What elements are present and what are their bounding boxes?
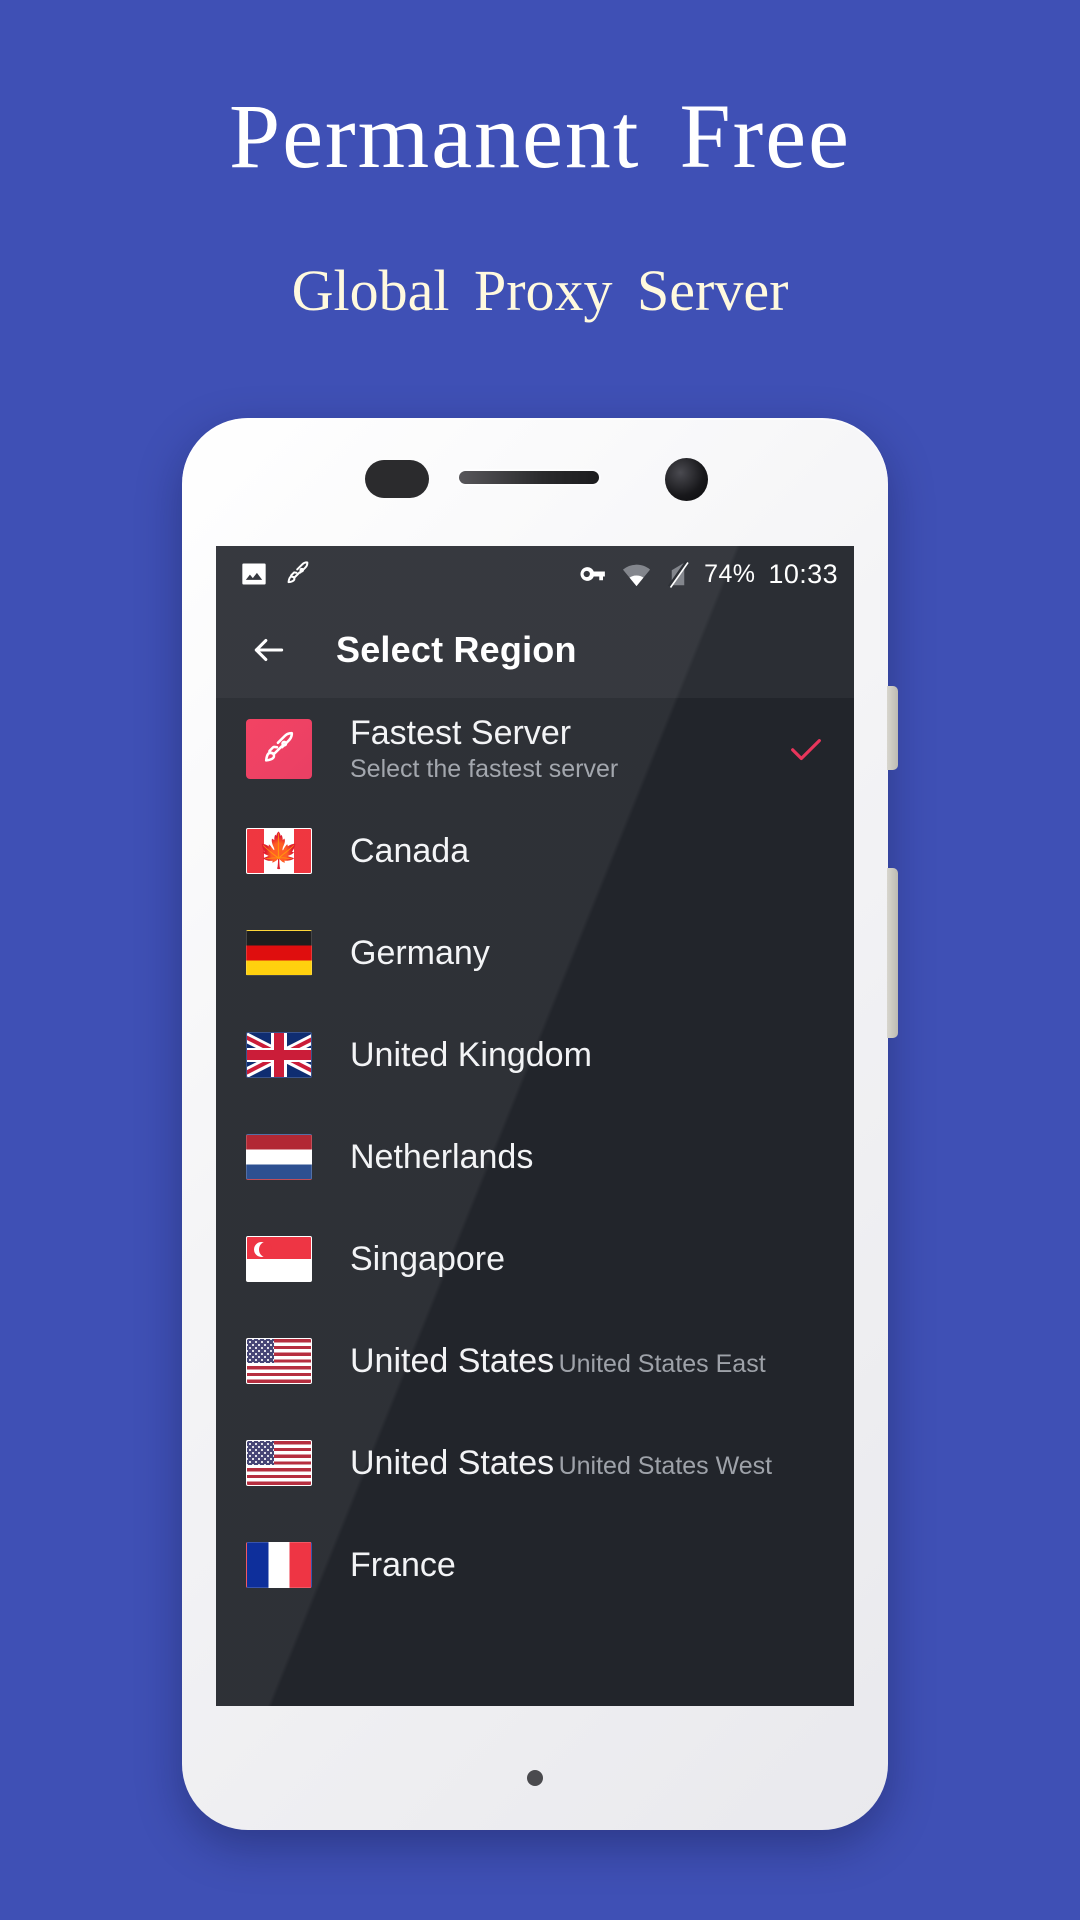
- region-list-item-united-states[interactable]: United States United States West: [216, 1412, 854, 1514]
- flag-united-states-icon: [246, 1440, 312, 1486]
- selected-check-icon: [786, 729, 826, 769]
- signal-off-icon: [665, 559, 691, 589]
- front-camera-icon: [665, 458, 708, 501]
- image-icon: [240, 560, 268, 588]
- flag-united-kingdom-icon: [246, 1032, 312, 1078]
- phone-mockup: 74% 10:33 Select Region Fastest Server S…: [182, 418, 898, 1830]
- phone-screen: 74% 10:33 Select Region Fastest Server S…: [216, 546, 854, 1706]
- promo-header: Permanent Free Global Proxy Server: [0, 0, 1080, 322]
- phone-top-bezel: [182, 418, 888, 558]
- earpiece-speaker: [459, 471, 599, 484]
- clock-label: 10:33: [768, 558, 838, 589]
- region-name: United Kingdom: [350, 1035, 592, 1074]
- wifi-icon: [621, 559, 652, 590]
- region-list-item-united-kingdom[interactable]: United Kingdom: [216, 1004, 854, 1106]
- app-toolbar: Select Region: [216, 602, 854, 698]
- page-subtitle: Global Proxy Server: [291, 257, 789, 323]
- region-description: United States West: [558, 1451, 773, 1480]
- region-name: United States: [350, 1443, 555, 1482]
- back-arrow-icon[interactable]: [250, 631, 288, 669]
- page-title: Permanent Free: [229, 85, 851, 187]
- region-list-item-fastest-server[interactable]: Fastest Server Select the fastest server: [216, 698, 854, 800]
- region-list-item-netherlands[interactable]: Netherlands: [216, 1106, 854, 1208]
- region-name: France: [350, 1545, 456, 1584]
- toolbar-title: Select Region: [336, 629, 577, 670]
- region-name: Canada: [350, 831, 470, 870]
- region-list[interactable]: Fastest Server Select the fastest server…: [216, 698, 854, 1616]
- flag-united-states-icon: [246, 1338, 312, 1384]
- region-description: Select the fastest server: [350, 754, 619, 783]
- region-name: Fastest Server: [350, 713, 572, 752]
- region-name: Netherlands: [350, 1137, 534, 1176]
- home-button[interactable]: [527, 1770, 543, 1786]
- phone-power-button: [887, 686, 898, 770]
- rocket-badge-icon: [246, 719, 312, 779]
- flag-netherlands-icon: [246, 1134, 312, 1180]
- status-bar: 74% 10:33: [216, 546, 854, 602]
- flag-france-icon: [246, 1542, 312, 1588]
- region-list-item-germany[interactable]: Germany: [216, 902, 854, 1004]
- flag-germany-icon: [246, 930, 312, 976]
- front-sensor-icon: [365, 460, 429, 498]
- battery-percent-label: 74%: [704, 559, 756, 588]
- region-list-item-singapore[interactable]: Singapore: [216, 1208, 854, 1310]
- vpn-key-icon: [578, 559, 608, 589]
- phone-volume-button: [887, 868, 898, 1038]
- region-name: United States: [350, 1341, 555, 1380]
- rocket-icon: [284, 560, 312, 588]
- flag-singapore-icon: [246, 1236, 312, 1282]
- flag-canada-icon: 🍁: [246, 828, 312, 874]
- region-list-item-united-states[interactable]: United States United States East: [216, 1310, 854, 1412]
- region-list-item-canada[interactable]: 🍁 Canada: [216, 800, 854, 902]
- region-description: United States East: [558, 1349, 766, 1378]
- region-list-item-france[interactable]: France: [216, 1514, 854, 1616]
- region-name: Germany: [350, 933, 490, 972]
- region-name: Singapore: [350, 1239, 506, 1278]
